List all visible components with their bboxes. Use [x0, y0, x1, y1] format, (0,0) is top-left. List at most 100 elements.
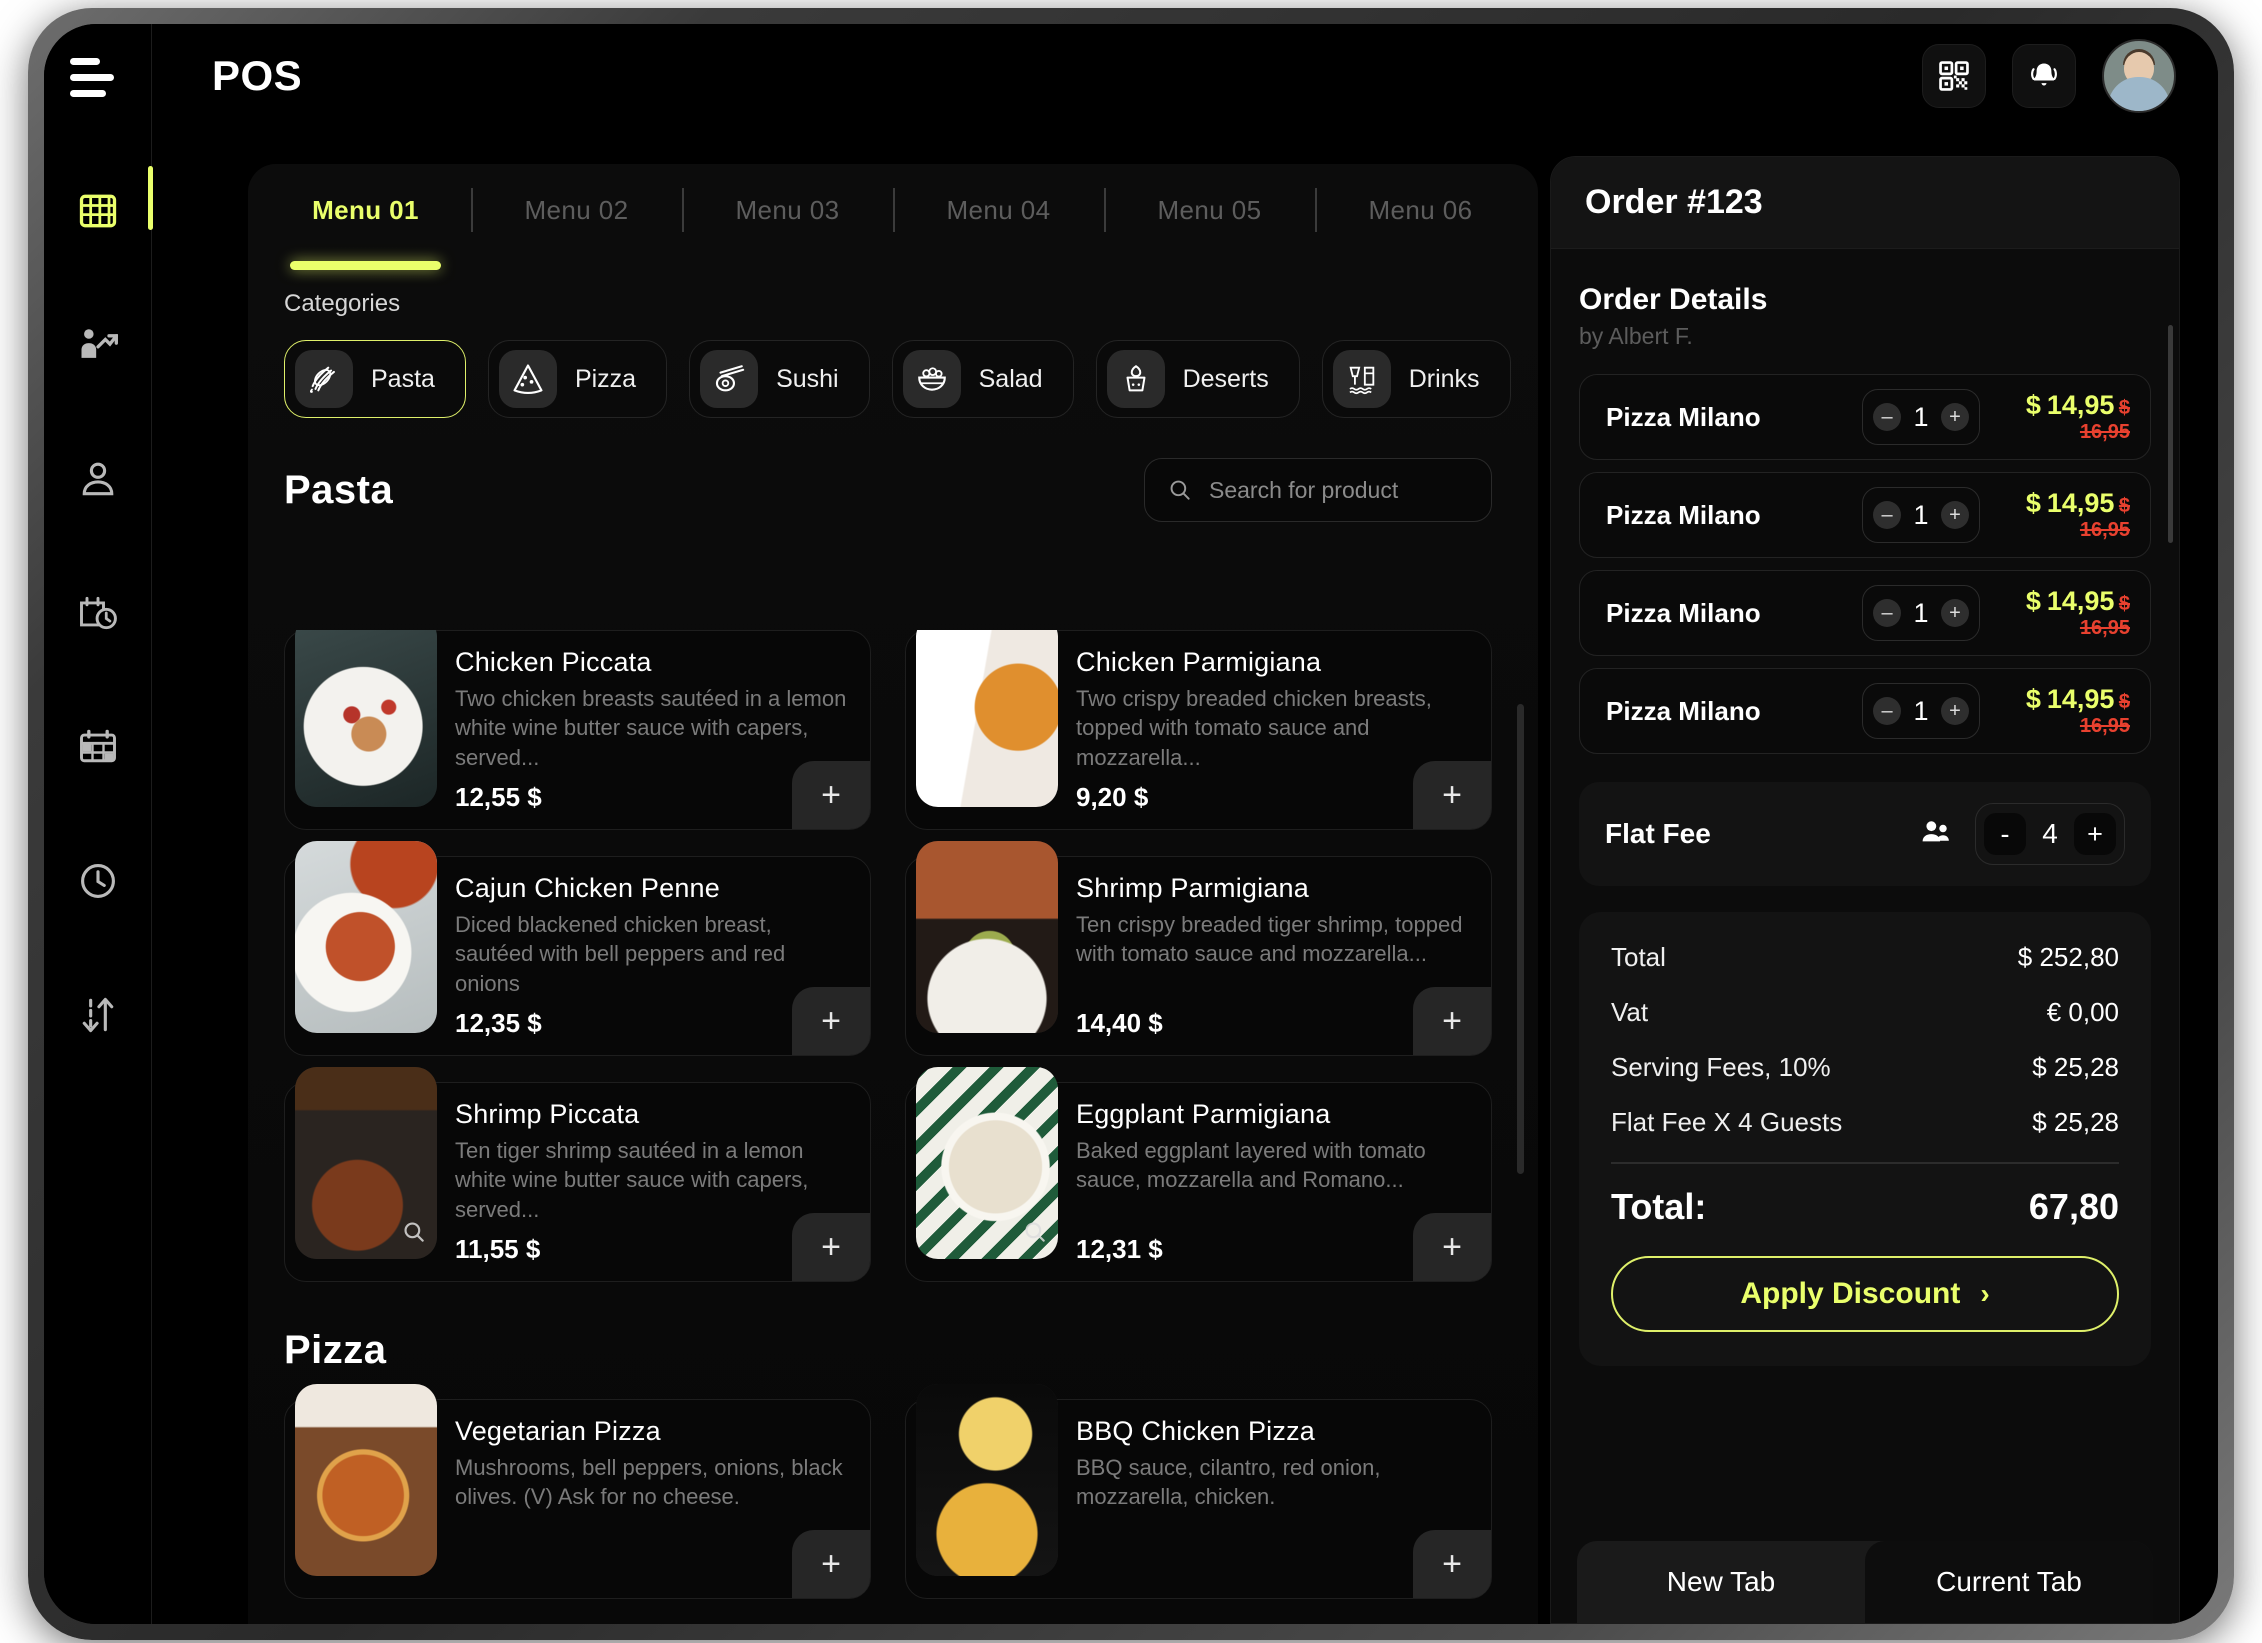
add-to-order-button[interactable]: +: [1413, 1530, 1491, 1598]
summary-label: Flat Fee X 4 Guests: [1611, 1107, 1843, 1137]
product-price: 14,40 $: [1076, 1008, 1163, 1038]
product-card[interactable]: Chicken Piccata Two chicken breasts saut…: [284, 630, 871, 830]
category-chip-deserts[interactable]: Deserts: [1095, 340, 1300, 418]
guest-increment-button[interactable]: +: [2073, 813, 2116, 855]
tab-active-underline: [289, 261, 442, 270]
quantity-stepper[interactable]: – 1 +: [1862, 389, 1980, 445]
order-item-list: Pizza Milano – 1 + $14,95 $ 16,95 Pizza …: [1579, 374, 2151, 754]
order-item-row[interactable]: Pizza Milano – 1 + $14,95 $ 16,95: [1579, 472, 2151, 558]
product-card[interactable]: Vegetarian Pizza Mushrooms, bell peppers…: [284, 1384, 871, 1599]
add-to-order-button[interactable]: +: [1413, 1213, 1491, 1281]
search-input[interactable]: [1209, 476, 1469, 504]
decrement-button[interactable]: –: [1873, 501, 1901, 529]
search-input-wrapper[interactable]: [1144, 458, 1492, 522]
order-body: Order Details by Albert F. Pizza Milano …: [1551, 249, 2179, 1519]
add-to-order-button[interactable]: +: [1413, 761, 1491, 829]
product-card[interactable]: Eggplant Parmigiana Baked eggplant layer…: [905, 1067, 1492, 1282]
hamburger-menu-icon[interactable]: [69, 52, 126, 102]
category-chip-pizza[interactable]: Pizza: [487, 340, 668, 418]
flat-fee-label: Flat Fee: [1605, 818, 1711, 849]
decrement-button[interactable]: –: [1873, 403, 1901, 431]
item-price: $14,95: [2026, 488, 2115, 518]
guest-count-stepper[interactable]: - 4 +: [1975, 803, 2125, 865]
qr-code-button[interactable]: [1922, 44, 1986, 108]
category-chip-sushi[interactable]: Sushi: [689, 340, 870, 418]
tab-menu-02[interactable]: Menu 02: [471, 164, 682, 256]
magnify-icon[interactable]: [401, 1219, 427, 1245]
top-bar: POS: [152, 24, 2218, 128]
add-to-order-button[interactable]: +: [792, 987, 870, 1055]
product-thumbnail: [295, 1067, 437, 1259]
screen: POS Menu 01 Menu 02 Menu 03 Menu 04 Menu…: [44, 24, 2218, 1624]
summary-value: $ 25,28: [2032, 1052, 2119, 1082]
increment-button[interactable]: +: [1941, 501, 1969, 529]
guest-decrement-button[interactable]: -: [1984, 813, 2026, 855]
product-price: 12,35 $: [455, 1008, 542, 1038]
notifications-button[interactable]: [2012, 44, 2076, 108]
quantity-stepper[interactable]: – 1 +: [1862, 487, 1980, 543]
avatar[interactable]: [2102, 39, 2176, 113]
order-item-row[interactable]: Pizza Milano – 1 + $14,95 $ 16,95: [1579, 374, 2151, 460]
product-card[interactable]: Chicken Parmigiana Two crispy breaded ch…: [905, 630, 1492, 830]
analytics-icon: [81, 329, 118, 358]
tab-menu-06[interactable]: Menu 06: [1315, 164, 1526, 256]
product-scroll-area[interactable]: Chicken Piccata Two chicken breasts saut…: [248, 630, 1538, 1624]
order-summary-card: Total $ 252,80 Vat € 0,00 Serving Fees, …: [1579, 912, 2151, 1366]
tab-current-tab[interactable]: Current Tab: [1865, 1541, 2153, 1623]
product-description: Ten crispy breaded tiger shrimp, topped …: [1076, 912, 1463, 967]
product-card[interactable]: Shrimp Parmigiana Ten crispy breaded tig…: [905, 841, 1492, 1056]
add-to-order-button[interactable]: +: [792, 761, 870, 829]
sidebar-item-analytics[interactable]: [44, 278, 152, 412]
sidebar-item-customers[interactable]: [44, 412, 152, 546]
summary-row: Vat € 0,00: [1611, 997, 2119, 1028]
quantity-stepper[interactable]: – 1 +: [1862, 683, 1980, 739]
sidebar-item-history[interactable]: [44, 814, 152, 948]
product-name: Cajun Chicken Penne: [455, 873, 720, 903]
add-to-order-button[interactable]: +: [792, 1213, 870, 1281]
apply-discount-button[interactable]: Apply Discount ›: [1611, 1256, 2119, 1332]
quantity-stepper[interactable]: – 1 +: [1862, 585, 1980, 641]
guests-icon: [1919, 818, 1953, 851]
category-label: Drinks: [1408, 364, 1480, 393]
decrement-button[interactable]: –: [1873, 599, 1901, 627]
tab-menu-05[interactable]: Menu 05: [1104, 164, 1315, 256]
schedule-clock-icon: [79, 596, 117, 630]
sidebar-item-transfer[interactable]: [44, 948, 152, 1082]
increment-button[interactable]: +: [1941, 403, 1969, 431]
decrement-button[interactable]: –: [1873, 697, 1901, 725]
currency-symbol: $: [2025, 684, 2041, 714]
sidebar-item-menu[interactable]: [44, 144, 153, 278]
tab-menu-01[interactable]: Menu 01: [260, 164, 471, 270]
increment-button[interactable]: +: [1941, 599, 1969, 627]
tab-new-tab[interactable]: New Tab: [1577, 1541, 1865, 1623]
order-item-row[interactable]: Pizza Milano – 1 + $14,95 $ 16,95: [1579, 668, 2151, 754]
magnify-icon[interactable]: [1022, 1219, 1048, 1245]
order-item-row[interactable]: Pizza Milano – 1 + $14,95 $ 16,95: [1579, 570, 2151, 656]
category-chip-pasta[interactable]: Pasta: [284, 340, 466, 418]
category-chip-salad[interactable]: Salad: [891, 340, 1074, 418]
price-value: 14,95: [2046, 586, 2115, 616]
content-scrollbar[interactable]: [1517, 704, 1524, 1174]
order-item-name: Pizza Milano: [1606, 597, 1761, 628]
tab-menu-03[interactable]: Menu 03: [682, 164, 893, 256]
product-card[interactable]: Cajun Chicken Penne Diced blackened chic…: [284, 841, 871, 1056]
tab-label: Menu 06: [1368, 194, 1473, 225]
add-to-order-button[interactable]: +: [1413, 987, 1491, 1055]
increment-button[interactable]: +: [1941, 697, 1969, 725]
category-label: Sushi: [776, 364, 839, 393]
sidebar-item-reservations[interactable]: [44, 546, 152, 680]
person-icon: [82, 462, 113, 496]
add-to-order-button[interactable]: +: [792, 1530, 870, 1598]
item-price: $14,95: [2026, 586, 2115, 616]
grand-total-label: Total:: [1611, 1186, 1707, 1227]
category-chip-drinks[interactable]: Drinks: [1321, 340, 1511, 418]
order-author: by Albert F.: [1579, 323, 1693, 349]
product-description: Ten tiger shrimp sautéed in a lemon whit…: [455, 1138, 809, 1222]
product-card[interactable]: BBQ Chicken Pizza BBQ sauce, cilantro, r…: [905, 1384, 1492, 1599]
product-card[interactable]: Shrimp Piccata Ten tiger shrimp sautéed …: [284, 1067, 871, 1282]
quantity-value: 1: [1913, 499, 1929, 530]
tab-menu-04[interactable]: Menu 04: [893, 164, 1104, 256]
sidebar-item-calendar[interactable]: [44, 680, 152, 814]
order-scrollbar[interactable]: [2168, 325, 2173, 543]
price-value: 14,95: [2046, 488, 2115, 518]
